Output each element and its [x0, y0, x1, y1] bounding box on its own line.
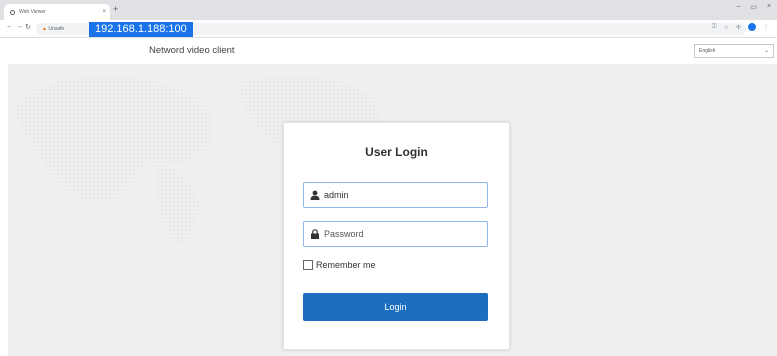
user-icon [310, 190, 320, 200]
remember-me-label: Remember me [316, 260, 376, 270]
star-icon[interactable]: ☆ [724, 24, 729, 31]
login-title: User Login [365, 145, 428, 159]
forward-icon[interactable]: → [16, 23, 23, 30]
username-field[interactable] [303, 182, 488, 208]
security-label: Unsafe [48, 26, 65, 32]
globe-icon [10, 9, 15, 15]
close-window-icon[interactable]: × [767, 3, 771, 11]
key-icon[interactable]: ⚿ [712, 24, 717, 31]
page-header: Netword video client English ⌄ [0, 38, 777, 64]
username-input[interactable] [324, 190, 474, 200]
tab-title: Web Viewer [19, 9, 46, 15]
password-input[interactable] [324, 229, 474, 239]
profile-avatar[interactable] [748, 23, 756, 31]
browser-toolbar: ← → ↻ ▲ Unsafe 192.168.1.188:100 ⚿ ☆ ✣ ⋮ [0, 20, 777, 38]
url-text[interactable]: 192.168.1.188:100 [89, 22, 193, 37]
address-bar[interactable]: ▲ Unsafe 192.168.1.188:100 [36, 22, 746, 37]
maximize-icon[interactable]: ▭ [750, 3, 757, 11]
minimize-icon[interactable]: – [736, 3, 740, 11]
login-panel: User Login Remember me Login [283, 122, 510, 350]
chevron-down-icon: ⌄ [763, 48, 769, 54]
remember-me[interactable]: Remember me [303, 260, 376, 270]
page-title: Netword video client [149, 45, 235, 56]
back-icon[interactable]: ← [6, 23, 13, 30]
password-field[interactable] [303, 221, 488, 247]
toolbar-icons: ⚿ ☆ ✣ ⋮ [712, 23, 769, 31]
security-indicator[interactable]: ▲ Unsafe [42, 26, 64, 32]
browser-tab[interactable]: Web Viewer × [4, 4, 110, 20]
menu-icon[interactable]: ⋮ [763, 24, 769, 31]
lock-icon [311, 229, 319, 239]
language-select[interactable]: English ⌄ [694, 44, 774, 58]
new-tab-button[interactable]: + [113, 4, 118, 14]
reload-icon[interactable]: ↻ [25, 23, 31, 31]
warning-icon: ▲ [42, 26, 47, 32]
browser-tab-strip: Web Viewer × + – ▭ × [0, 0, 777, 20]
login-button[interactable]: Login [303, 293, 488, 321]
window-controls: – ▭ × [736, 3, 771, 11]
tab-close-icon[interactable]: × [102, 9, 106, 15]
remember-me-checkbox[interactable] [303, 260, 313, 270]
language-value: English [699, 48, 716, 54]
extensions-icon[interactable]: ✣ [736, 24, 741, 31]
